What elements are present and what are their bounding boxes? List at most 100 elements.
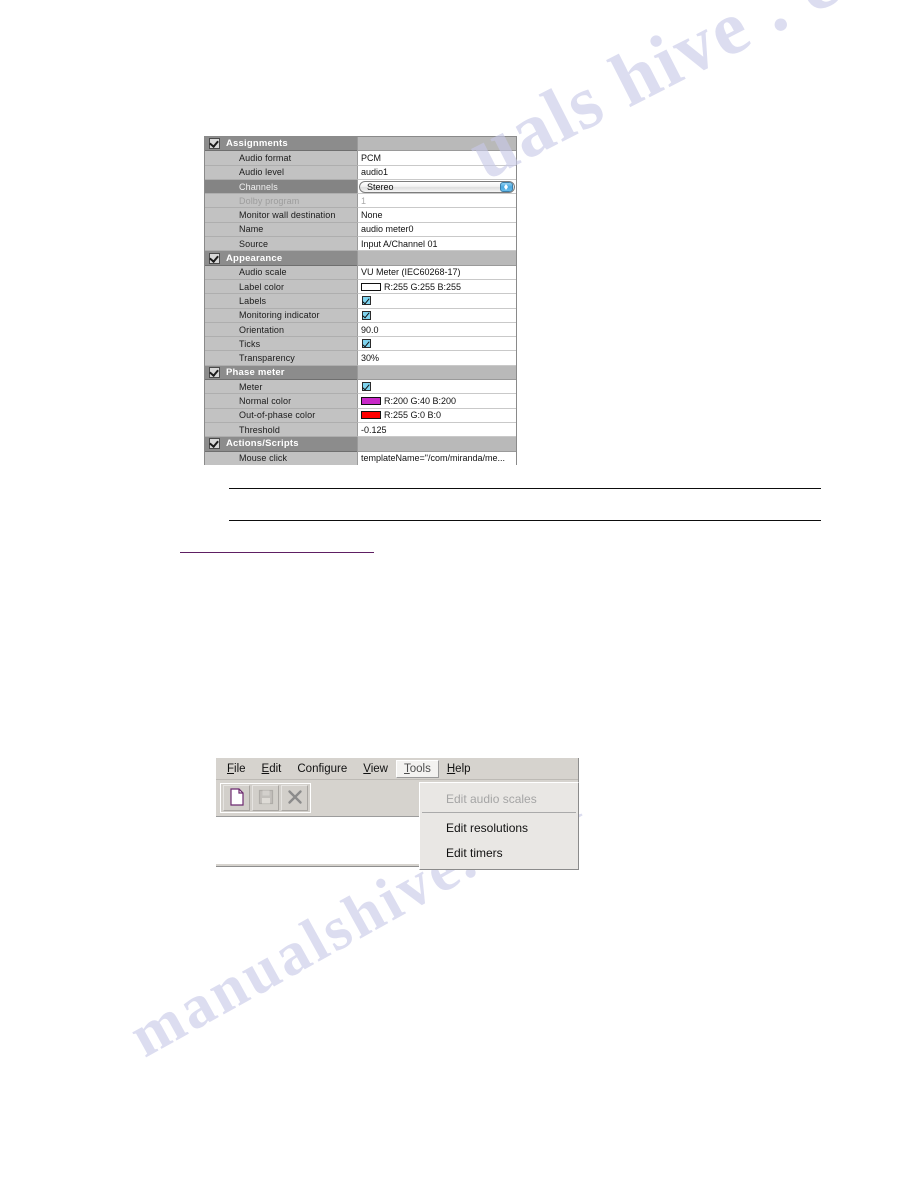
dropdown-stepper-arrows-icon[interactable]: [500, 181, 513, 192]
link-underline-rule: [180, 552, 374, 553]
property-value[interactable]: audio meter0: [357, 222, 516, 238]
property-checkbox[interactable]: [362, 310, 371, 320]
property-name: Labels: [205, 294, 357, 309]
property-name: Label color: [205, 279, 357, 295]
property-value[interactable]: None: [357, 208, 516, 223]
property-value[interactable]: Input A/Channel 01: [357, 237, 516, 252]
property-row[interactable]: Label color R:255 G:255 B:255: [205, 279, 516, 295]
properties-panel[interactable]: Assignments Audio format PCM Audio level aud…: [204, 136, 517, 465]
property-value[interactable]: Stereo: [357, 179, 516, 195]
property-name: Monitoring indicator: [205, 308, 357, 323]
property-value[interactable]: 90.0: [357, 322, 516, 338]
property-row[interactable]: Audio level audio1: [205, 165, 516, 180]
property-row[interactable]: Ticks: [205, 337, 516, 352]
property-text-value: 1: [361, 195, 367, 206]
menu-file[interactable]: File: [219, 760, 254, 778]
section-header-filler: [357, 137, 516, 152]
property-row[interactable]: Audio scale VU Meter (IEC60268-17): [205, 265, 516, 280]
toolbar-button-group[interactable]: [220, 783, 311, 813]
color-swatch[interactable]: [361, 282, 381, 291]
color-swatch[interactable]: [361, 411, 381, 420]
property-row[interactable]: Labels: [205, 294, 516, 309]
property-row[interactable]: Transparency 30%: [205, 351, 516, 366]
property-row[interactable]: Meter: [205, 380, 516, 395]
property-text-value: 30%: [361, 353, 380, 364]
property-name: Meter: [205, 380, 357, 395]
section-header-filler: [357, 251, 516, 266]
property-text-value: audio meter0: [361, 224, 414, 235]
property-name: Source: [205, 237, 357, 252]
property-text-value: VU Meter (IEC60268-17): [361, 267, 461, 278]
section-collapse-checkbox-icon[interactable]: [209, 366, 220, 378]
color-rgb-text: R:200 G:40 B:200: [384, 395, 457, 406]
property-checkbox[interactable]: [362, 382, 371, 392]
property-section-header[interactable]: Appearance: [205, 251, 516, 266]
property-row[interactable]: Source Input A/Channel 01: [205, 237, 516, 252]
property-value[interactable]: 1: [357, 194, 516, 209]
property-value[interactable]: [357, 380, 516, 395]
menu-bar[interactable]: File Edit Configure View Tools Help: [216, 758, 578, 780]
property-row[interactable]: Dolby program 1: [205, 194, 516, 209]
property-name: Threshold: [205, 422, 357, 438]
property-row[interactable]: Orientation 90.0: [205, 322, 516, 338]
property-value[interactable]: templateName="/com/miranda/me...: [357, 451, 516, 465]
property-row[interactable]: Monitoring indicator: [205, 308, 516, 323]
dropdown-item-edit-audio-scales: Edit audio scales: [446, 791, 537, 806]
property-row[interactable]: Normal color R:200 G:40 B:200: [205, 394, 516, 409]
menu-tools[interactable]: Tools: [396, 759, 439, 778]
property-text-value: -0.125: [361, 424, 387, 435]
property-value[interactable]: R:200 G:40 B:200: [357, 394, 516, 409]
property-section-header[interactable]: Phase meter: [205, 365, 516, 381]
section-label-wrap: Appearance: [205, 251, 357, 266]
property-row[interactable]: Mouse click templateName="/com/miranda/me…: [205, 451, 516, 465]
property-value[interactable]: R:255 G:255 B:255: [357, 279, 516, 295]
property-value[interactable]: [357, 308, 516, 323]
property-name: Channels: [205, 179, 357, 195]
property-value[interactable]: 30%: [357, 351, 516, 366]
property-value[interactable]: PCM: [357, 151, 516, 166]
property-section-header[interactable]: Assignments: [205, 137, 516, 152]
property-value[interactable]: [357, 337, 516, 352]
channels-dropdown[interactable]: Stereo: [359, 180, 515, 193]
property-value[interactable]: audio1: [357, 165, 516, 180]
property-name: Ticks: [205, 337, 357, 352]
horizontal-rule-bottom: [229, 520, 821, 521]
property-row[interactable]: Threshold -0.125: [205, 422, 516, 438]
property-value[interactable]: R:255 G:0 B:0: [357, 408, 516, 423]
section-collapse-checkbox-icon[interactable]: [209, 252, 220, 264]
property-checkbox[interactable]: [362, 339, 371, 349]
color-rgb-text: R:255 G:0 B:0: [384, 410, 442, 421]
menu-help[interactable]: Help: [439, 760, 479, 778]
tools-dropdown-menu[interactable]: Edit audio scales Edit resolutions Edit ti…: [419, 782, 579, 870]
close-icon: [287, 789, 303, 808]
property-row[interactable]: Monitor wall destination None: [205, 208, 516, 223]
property-row[interactable]: Channels Stereo: [205, 179, 516, 195]
color-swatch[interactable]: [361, 396, 381, 405]
section-title: Actions/Scripts: [226, 438, 299, 450]
menu-view[interactable]: View: [355, 760, 396, 778]
save-icon: [258, 789, 274, 808]
horizontal-rule-top: [229, 488, 821, 489]
new-document-button[interactable]: [223, 785, 250, 811]
dropdown-item-edit-timers[interactable]: Edit timers: [420, 840, 578, 865]
property-value[interactable]: [357, 294, 516, 309]
dropdown-item-edit-resolutions[interactable]: Edit resolutions: [420, 815, 578, 840]
menu-configure[interactable]: Configure: [289, 760, 355, 778]
property-name: Monitor wall destination: [205, 208, 357, 223]
section-collapse-checkbox-icon[interactable]: [209, 438, 220, 450]
section-header-filler: [357, 365, 516, 381]
property-row[interactable]: Out-of-phase color R:255 G:0 B:0: [205, 408, 516, 423]
close-button[interactable]: [281, 785, 308, 811]
property-row[interactable]: Name audio meter0: [205, 222, 516, 238]
property-name: Mouse click: [205, 451, 357, 465]
property-name: Dolby program: [205, 194, 357, 209]
property-name: Audio format: [205, 151, 357, 166]
property-row[interactable]: Audio format PCM: [205, 151, 516, 166]
property-checkbox[interactable]: [362, 296, 371, 306]
property-section-header[interactable]: Actions/Scripts: [205, 437, 516, 452]
property-value[interactable]: -0.125: [357, 422, 516, 438]
property-value[interactable]: VU Meter (IEC60268-17): [357, 265, 516, 280]
menu-edit[interactable]: Edit: [254, 760, 290, 778]
save-button: [252, 785, 279, 811]
section-collapse-checkbox-icon[interactable]: [209, 138, 220, 150]
